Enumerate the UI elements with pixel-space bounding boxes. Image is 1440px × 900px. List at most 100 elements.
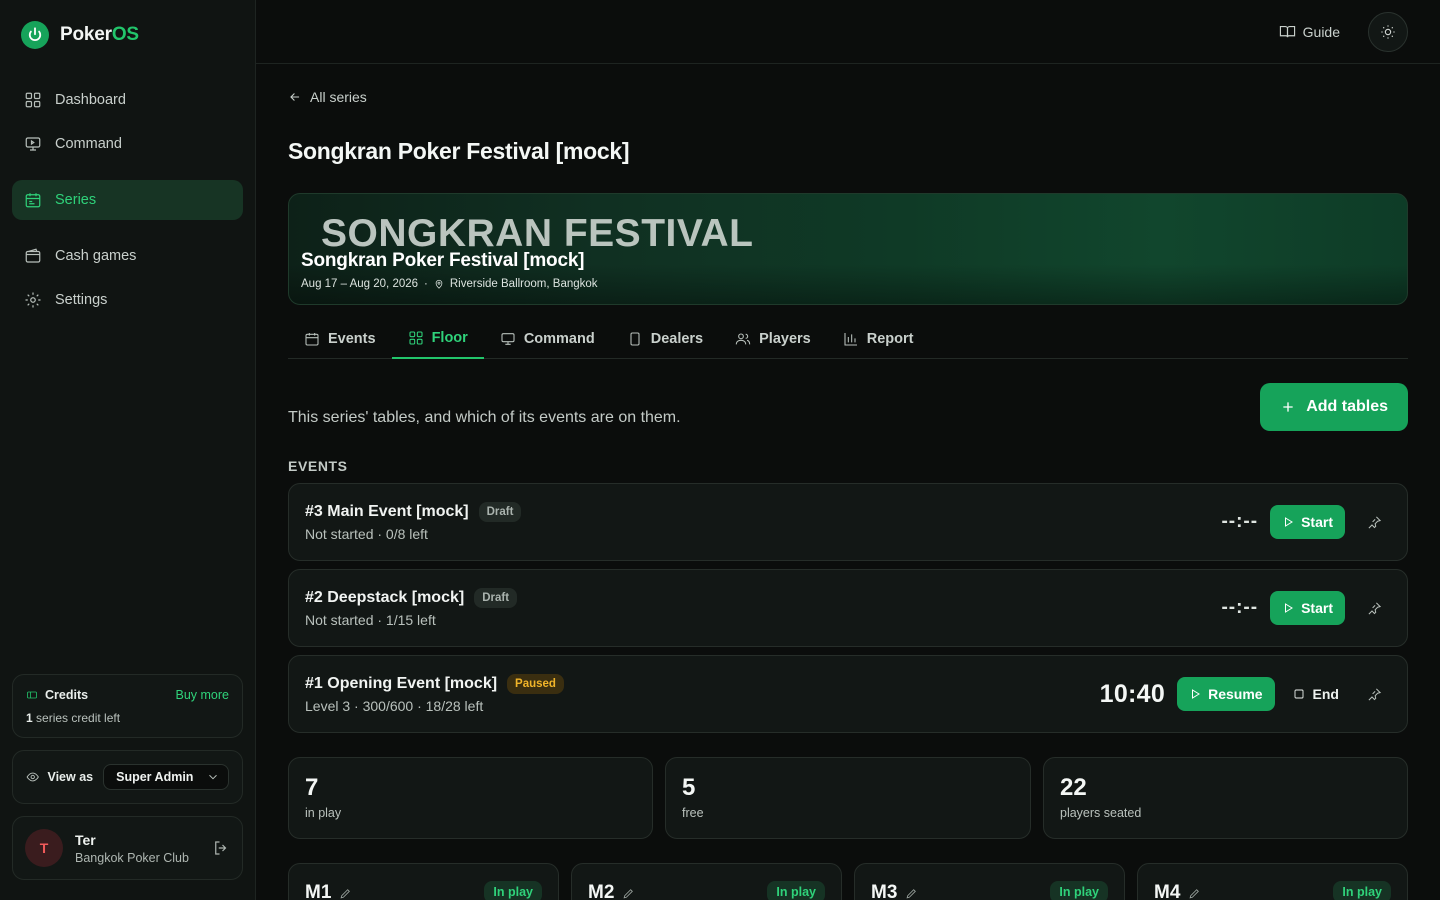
calendar-icon <box>25 193 41 208</box>
event-name: #3 Main Event [mock] Draft <box>305 502 522 522</box>
book-icon <box>1279 25 1295 38</box>
event-status-text: Not started · 1/15 left <box>305 612 436 628</box>
sidebar-item-label: Cash games <box>55 248 137 264</box>
app-root: PokerOS Dashboard Command Series Cash ga… <box>0 0 1440 900</box>
banner-dates: Aug 17 – Aug 20, 2026 <box>301 278 419 290</box>
series-banner: SONGKRAN FESTIVAL Songkran Poker Festiva… <box>288 193 1408 305</box>
event-status-text: Not started · 0/8 left <box>305 526 428 542</box>
sidebar-item-series[interactable]: Series <box>12 180 243 220</box>
sidebar-item-settings[interactable]: Settings <box>12 280 243 320</box>
events-section-label: EVENTS <box>288 458 348 474</box>
banner-venue: Riverside Ballroom, Bangkok <box>449 278 598 290</box>
pencil-icon[interactable] <box>622 887 635 900</box>
status-badge: Draft <box>478 502 522 522</box>
status-badge: Draft <box>474 588 518 608</box>
sidebar-item-cash-games[interactable]: Cash games <box>12 236 243 276</box>
sidebar-item-dashboard[interactable]: Dashboard <box>12 80 243 120</box>
event-name: #1 Opening Event [mock] Paused <box>305 674 564 694</box>
user-name: Ter <box>75 831 96 848</box>
status-badge: In play <box>484 881 542 900</box>
play-icon <box>1192 689 1201 699</box>
tab-floor[interactable]: Floor <box>391 318 484 359</box>
buy-more-link[interactable]: Buy more <box>176 688 230 702</box>
credits-title: Credits <box>26 688 88 702</box>
table-card-m1[interactable]: M1 In play <box>288 863 559 900</box>
back-to-all-series-link[interactable]: All series <box>288 89 367 105</box>
wallet-icon <box>25 248 41 263</box>
credits-card: Credits Buy more 1 series credit left <box>12 674 243 738</box>
floor-description: This series' tables, and which of its ev… <box>288 409 681 426</box>
tab-players[interactable]: Players <box>719 318 827 359</box>
event-clock: 10:40 <box>1099 679 1166 708</box>
avatar[interactable]: T <box>25 829 63 867</box>
play-icon <box>1285 603 1294 613</box>
pin-button[interactable] <box>1357 505 1391 539</box>
sidebar-item-label: Command <box>55 136 122 152</box>
status-badge: In play <box>1333 881 1391 900</box>
guide-button[interactable]: Guide <box>1279 23 1340 40</box>
table-card-m4[interactable]: M4 In play <box>1137 863 1408 900</box>
status-badge: In play <box>767 881 825 900</box>
event-status-text: Level 3 · 300/600 · 18/28 left <box>305 698 484 714</box>
sidebar-item-label: Dashboard <box>55 92 126 108</box>
user-club: Bangkok Poker Club <box>75 850 189 865</box>
sidebar-item-label: Series <box>55 192 97 208</box>
stat-players-seated: 22 players seated <box>1043 757 1408 839</box>
sidebar-nav: Dashboard Command Series Cash games Sett… <box>12 80 243 324</box>
status-badge: Paused <box>507 674 564 694</box>
view-as-card: View as Super Admin <box>12 750 243 804</box>
users-icon <box>735 332 751 344</box>
pin-icon <box>1368 602 1381 614</box>
theme-toggle-button[interactable] <box>1368 11 1408 52</box>
topbar: Guide <box>256 0 1440 64</box>
status-badge: In play <box>1050 881 1108 900</box>
view-as-label: View as <box>47 770 94 784</box>
event-card: #2 Deepstack [mock] Draft Not started · … <box>288 569 1408 647</box>
tab-dealers[interactable]: Dealers <box>611 318 719 359</box>
calendar-icon <box>305 332 319 346</box>
add-tables-button[interactable]: Add tables <box>1260 383 1408 431</box>
sidebar-item-command[interactable]: Command <box>12 124 243 164</box>
sun-icon <box>1381 24 1395 39</box>
monitor-icon <box>25 137 41 151</box>
user-card: T Ter Bangkok Poker Club <box>12 816 243 880</box>
stop-icon <box>1294 689 1303 699</box>
brand-name: PokerOS <box>60 24 139 45</box>
gear-icon <box>25 292 41 308</box>
event-card: #1 Opening Event [mock] Paused Level 3 ·… <box>288 655 1408 733</box>
banner-series-name: Songkran Poker Festival [mock] <box>301 250 585 271</box>
tab-command[interactable]: Command <box>484 318 611 359</box>
event-clock: --:-- <box>1221 511 1259 532</box>
ticket-icon <box>27 691 37 699</box>
main: Guide All series Songkran Poker Festival… <box>256 0 1440 900</box>
pencil-icon[interactable] <box>1188 887 1201 900</box>
pencil-icon[interactable] <box>905 887 918 900</box>
event-card: #3 Main Event [mock] Draft Not started ·… <box>288 483 1408 561</box>
pin-icon <box>1368 688 1381 700</box>
tab-events[interactable]: Events <box>288 318 392 359</box>
resume-button[interactable]: Resume <box>1177 677 1275 711</box>
stat-in-play: 7 in play <box>288 757 653 839</box>
bar-chart-icon <box>844 332 857 346</box>
view-as-select[interactable]: Super Admin <box>103 764 229 790</box>
grid-icon <box>25 92 41 108</box>
page-title: Songkran Poker Festival [mock] <box>288 138 630 164</box>
credits-remaining: 1 series credit left <box>26 711 121 725</box>
play-icon <box>1285 517 1294 527</box>
tab-report[interactable]: Report <box>827 318 930 359</box>
chevron-down-icon <box>209 774 217 780</box>
pin-button[interactable] <box>1357 591 1391 625</box>
pin-button[interactable] <box>1357 677 1391 711</box>
card-icon <box>630 331 640 346</box>
brand[interactable]: PokerOS <box>21 21 139 49</box>
start-button[interactable]: Start <box>1270 591 1345 625</box>
stat-free: 5 free <box>665 757 1031 839</box>
table-card-m2[interactable]: M2 In play <box>571 863 842 900</box>
table-card-m3[interactable]: M3 In play <box>854 863 1125 900</box>
end-button[interactable]: End <box>1287 677 1345 711</box>
start-button[interactable]: Start <box>1270 505 1345 539</box>
sidebar-item-label: Settings <box>55 292 108 308</box>
pencil-icon[interactable] <box>339 887 352 900</box>
arrow-left-icon <box>290 93 300 101</box>
logout-icon[interactable] <box>212 839 230 857</box>
